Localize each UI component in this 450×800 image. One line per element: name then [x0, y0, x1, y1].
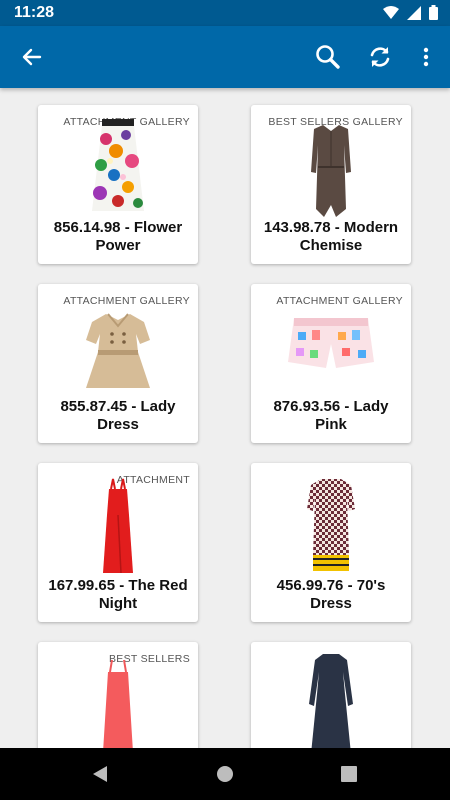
nav-back-button[interactable]: [88, 762, 112, 786]
product-card[interactable]: ATTACHMENT GALLERY 856.14.98 - Flower Po…: [38, 105, 198, 264]
product-card[interactable]: 456.99.76 - 70's Dress: [251, 463, 411, 622]
product-image: [251, 117, 411, 217]
product-card[interactable]: [251, 642, 411, 748]
status-icons: [383, 5, 438, 20]
product-image: [38, 654, 198, 748]
product-image: [38, 296, 198, 396]
product-title: 855.87.45 - Lady Dress: [60, 398, 176, 433]
nav-home-button[interactable]: [213, 762, 237, 786]
back-button[interactable]: [10, 26, 54, 88]
arrow-back-icon: [22, 48, 42, 66]
product-title: 856.14.98 - Flower Power: [53, 219, 183, 254]
more-options-button[interactable]: [404, 26, 448, 88]
more-vert-icon: [423, 47, 429, 67]
nav-recents-icon: [341, 766, 357, 782]
product-title: 876.93.56 - Lady Pink: [273, 398, 389, 433]
product-card[interactable]: ATTACHMENT GALLERY 876.93.56 - Lady Pink: [251, 284, 411, 443]
beige-trench-dress-image: [86, 313, 150, 388]
product-card[interactable]: BEST SELLERS GALLERY 143.98.78 - Modern …: [251, 105, 411, 264]
product-card[interactable]: ATTACHMENT GALLERY 855.87.45 - Lady Dres…: [38, 284, 198, 443]
product-image: [251, 475, 411, 575]
product-title: 143.98.78 - Modern Chemise: [263, 219, 399, 254]
search-icon: [316, 45, 340, 69]
battery-icon: [429, 5, 438, 20]
app-bar: [0, 26, 450, 88]
nav-home-icon: [217, 766, 233, 782]
red-gown-image: [103, 478, 133, 574]
signal-icon: [407, 5, 421, 20]
product-grid: ATTACHMENT GALLERY 856.14.98 - Flower Po…: [0, 88, 450, 748]
coral-slip-dress-image: [103, 659, 133, 748]
product-image: [251, 654, 411, 748]
navy-long-dress-image: [309, 654, 353, 748]
nav-back-icon: [93, 766, 107, 782]
status-bar: 11:28: [0, 0, 450, 26]
search-button[interactable]: [306, 26, 350, 88]
product-title: 167.99.65 - The Red Night: [48, 577, 188, 612]
wifi-icon: [383, 5, 399, 19]
brown-shirt-dress-image: [311, 125, 351, 217]
product-card[interactable]: BEST SELLERS: [38, 642, 198, 748]
product-title: 456.99.76 - 70's Dress: [276, 577, 386, 612]
system-nav-bar: [0, 748, 450, 800]
product-image: [38, 117, 198, 217]
checkered-dress-image: [307, 479, 355, 571]
pink-print-shorts-image: [288, 318, 374, 368]
floral-skirt-image: [92, 119, 144, 211]
status-time: 11:28: [14, 4, 55, 21]
refresh-icon: [370, 47, 390, 67]
product-card[interactable]: ATTACHMENT 167.99.65 - The Red Night: [38, 463, 198, 622]
product-image: [251, 296, 411, 396]
product-image: [38, 475, 198, 575]
nav-recents-button[interactable]: [337, 762, 361, 786]
refresh-button[interactable]: [358, 26, 402, 88]
